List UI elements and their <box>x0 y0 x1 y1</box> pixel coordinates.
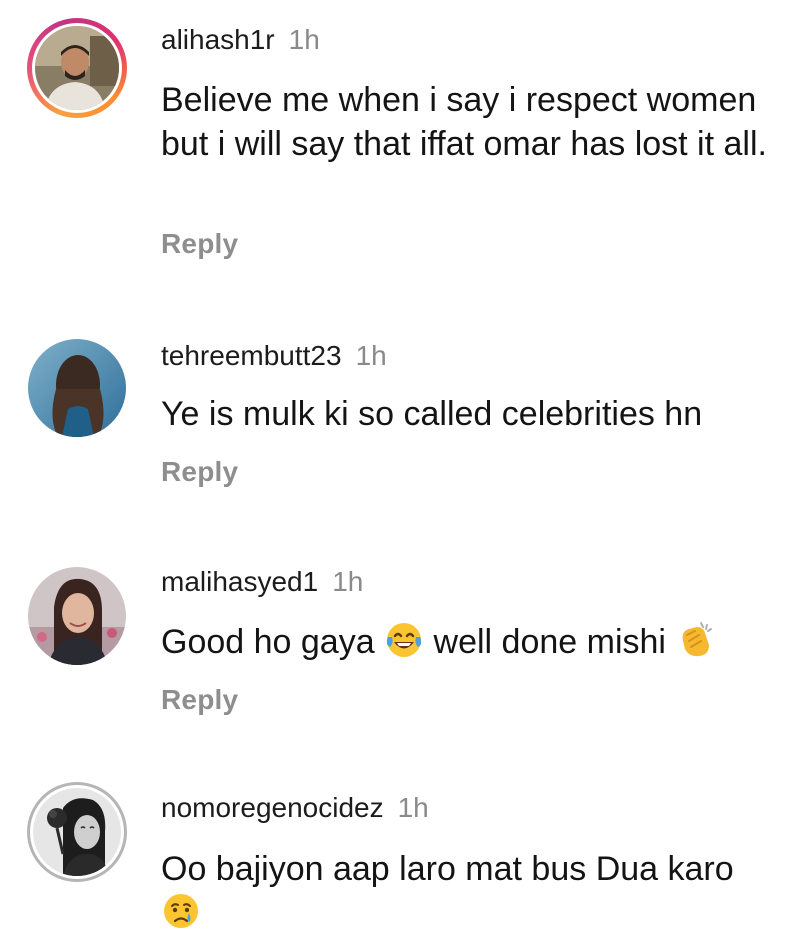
comment-username[interactable]: malihasyed1 <box>161 566 318 598</box>
comment-text: Ye is mulk ki so called celebrities hn <box>161 395 703 433</box>
comment-text-part: Good ho gaya <box>161 623 375 661</box>
comment-timestamp: 1h <box>397 792 429 823</box>
reply-button[interactable]: Reply <box>161 228 238 260</box>
reply-button[interactable]: Reply <box>161 456 238 488</box>
reply-button[interactable]: Reply <box>161 684 238 716</box>
comment-username[interactable]: nomoregenocidez <box>161 792 384 824</box>
comment-username[interactable]: alihash1r <box>161 24 275 56</box>
comment-timestamp: 1h <box>288 24 320 55</box>
avatar[interactable] <box>28 567 126 665</box>
avatar[interactable] <box>35 26 119 110</box>
comment-text: Oo bajiyon aap laro mat bus Dua karo <box>161 847 781 936</box>
avatar[interactable] <box>28 339 126 437</box>
avatar-container[interactable] <box>27 566 127 666</box>
crying-face-emoji-icon <box>161 891 201 931</box>
clapping-hands-emoji-icon <box>675 619 715 659</box>
comment-text-part: well done mishi <box>433 623 666 661</box>
avatar-container[interactable] <box>27 338 127 438</box>
comment-text: Good ho gaya well done mishi <box>161 619 781 664</box>
comment-timestamp: 1h <box>332 566 364 597</box>
comment-username[interactable]: tehreembutt23 <box>161 340 342 372</box>
laughing-tears-emoji-icon <box>384 619 424 659</box>
avatar-story-ring[interactable] <box>27 782 127 882</box>
comment-text: Believe me when i say i respect women bu… <box>161 81 767 163</box>
comment-text-part: Oo bajiyon aap laro mat bus Dua karo <box>161 850 734 888</box>
comment-timestamp: 1h <box>355 340 387 371</box>
avatar[interactable] <box>33 788 121 876</box>
avatar-story-ring[interactable] <box>27 18 127 118</box>
